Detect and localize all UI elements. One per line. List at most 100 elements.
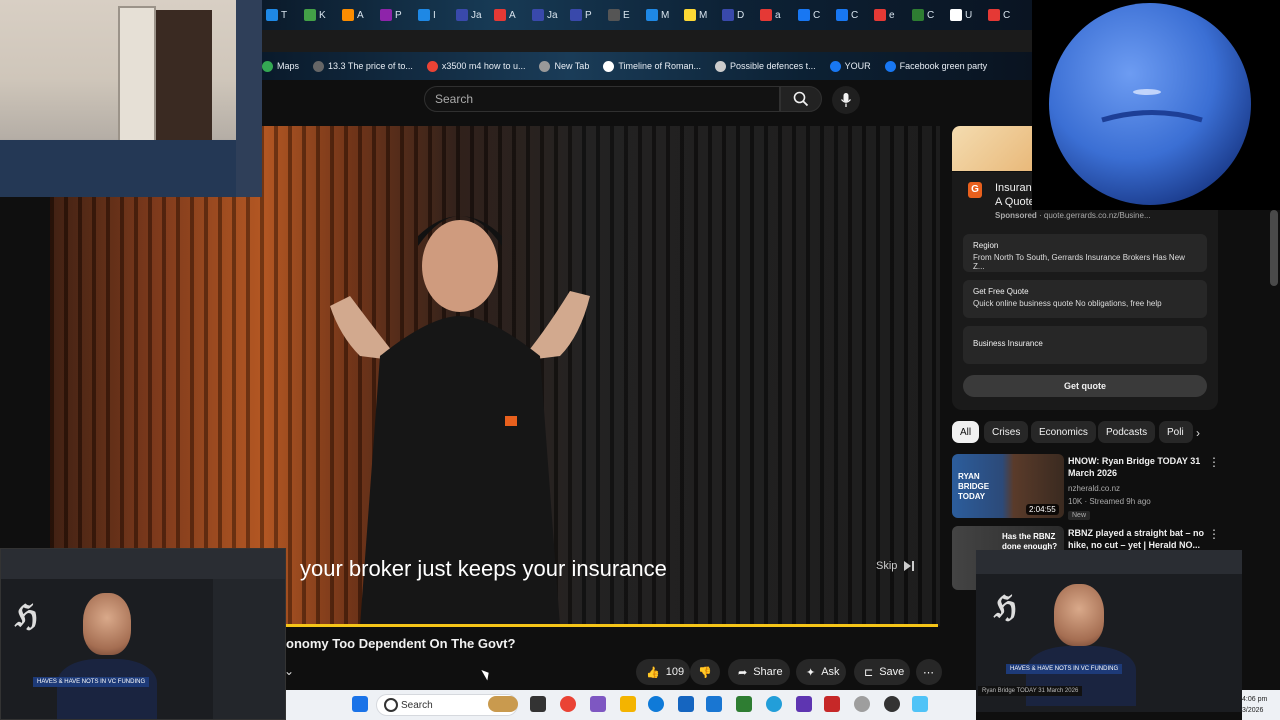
- bookmark-item[interactable]: Possible defences t...: [715, 60, 816, 72]
- like-button[interactable]: 👍 109: [636, 659, 690, 685]
- video-title[interactable]: RBNZ played a straight bat – no hike, no…: [1068, 527, 1208, 551]
- tab-label: C: [1003, 9, 1011, 21]
- tab-favicon-icon: [532, 9, 544, 21]
- browser-tab[interactable]: A: [342, 6, 364, 24]
- chip-politics[interactable]: Poli: [1159, 421, 1193, 443]
- browser-tab[interactable]: T: [266, 6, 287, 24]
- wikipedia-icon: [603, 60, 615, 72]
- tab-label: a: [775, 9, 781, 21]
- folder-icon[interactable]: [620, 696, 636, 712]
- system-clock[interactable]: 4:06 pm 3/2026: [1242, 690, 1280, 720]
- browser-tab[interactable]: Ja: [532, 6, 558, 24]
- tab-favicon-icon: [722, 9, 734, 21]
- get-quote-button[interactable]: Get quote: [963, 375, 1207, 397]
- tab-favicon-icon: [912, 9, 924, 21]
- browser-tab[interactable]: C: [798, 6, 820, 24]
- tab-label: C: [813, 9, 821, 21]
- address-bar[interactable]: [262, 30, 1032, 52]
- browser-tab[interactable]: K: [304, 6, 326, 24]
- more-icon[interactable]: ⋮: [1208, 455, 1220, 469]
- pip-window-right[interactable]: ℌ HAVES & HAVE NOTS IN VC FUNDING Ryan B…: [976, 550, 1242, 712]
- search-input[interactable]: Search: [424, 86, 780, 112]
- app-icon[interactable]: [796, 696, 812, 712]
- browser-tab[interactable]: U: [950, 6, 972, 24]
- bookmark-item[interactable]: Timeline of Roman...: [603, 60, 701, 72]
- browser-tab[interactable]: C: [988, 6, 1010, 24]
- ad-sitelink-quote[interactable]: Get Free Quote Quick online business quo…: [963, 280, 1207, 318]
- ad-sponsored-line: Sponsored · quote.gerrards.co.nz/Busine.…: [995, 211, 1151, 220]
- browser-tab-strip: T K A P I Ja A Ja P E M M Da C Ce C U C: [262, 0, 1032, 30]
- bookmark-item[interactable]: x3500 m4 how to u...: [426, 60, 525, 72]
- browser-tab[interactable]: M: [646, 6, 669, 24]
- skip-ad-button[interactable]: Skip: [876, 560, 915, 572]
- tab-label: E: [623, 9, 630, 21]
- browser-tab[interactable]: P: [570, 6, 592, 24]
- like-count: 109: [665, 666, 685, 678]
- app-icon[interactable]: [884, 696, 900, 712]
- browser-tab[interactable]: I: [418, 6, 436, 24]
- chip-all[interactable]: All: [952, 421, 980, 443]
- edge-icon[interactable]: [648, 696, 664, 712]
- dislike-button[interactable]: 👎: [690, 659, 720, 685]
- ad-sitelink-region[interactable]: Region From North To South, Gerrards Ins…: [963, 234, 1207, 272]
- save-label: Save: [879, 666, 905, 678]
- ask-button[interactable]: ✦ Ask: [796, 659, 846, 685]
- voice-search-button[interactable]: [832, 86, 860, 114]
- bookmark-item[interactable]: YOUR: [829, 60, 871, 72]
- more-actions-button[interactable]: ⋯: [916, 659, 942, 685]
- browser-tab[interactable]: A: [494, 6, 516, 24]
- ad-image[interactable]: [952, 126, 1032, 171]
- channel-name[interactable]: nzherald.co.nz: [1068, 484, 1120, 493]
- search-button[interactable]: [780, 86, 822, 112]
- chevron-right-icon[interactable]: ›: [1196, 426, 1200, 440]
- browser-tab[interactable]: Ja: [456, 6, 482, 24]
- ad-title-line2[interactable]: A Quote: [995, 196, 1035, 208]
- sitelink-title: Region: [973, 241, 999, 250]
- telegram-icon[interactable]: [766, 696, 782, 712]
- browser-tab[interactable]: C: [836, 6, 858, 24]
- more-icon: ⋯: [923, 666, 934, 679]
- taskbar-search-placeholder: Search: [401, 699, 433, 711]
- bookmark-item[interactable]: Facebook green party: [884, 60, 988, 72]
- browser-tab[interactable]: M: [684, 6, 707, 24]
- app-icon[interactable]: [824, 696, 840, 712]
- video-title: onomy Too Dependent On The Govt?: [286, 636, 516, 651]
- browser-tab[interactable]: E: [608, 6, 630, 24]
- app-icon[interactable]: [912, 696, 928, 712]
- browser-tab[interactable]: D: [722, 6, 744, 24]
- save-button[interactable]: ⊏ Save: [854, 659, 910, 685]
- ad-sitelink-business[interactable]: Business Insurance: [963, 326, 1207, 364]
- store-icon[interactable]: [706, 696, 722, 712]
- browser-tab[interactable]: C: [912, 6, 934, 24]
- tab-favicon-icon: [342, 9, 354, 21]
- task-view-icon[interactable]: [530, 696, 546, 712]
- bookmark-item[interactable]: 13.3 The price of to...: [313, 60, 413, 72]
- browser-tab[interactable]: e: [874, 6, 895, 24]
- scrollbar[interactable]: [1270, 210, 1278, 286]
- chip-economics[interactable]: Economics: [1031, 421, 1096, 443]
- bookmark-item[interactable]: New Tab: [539, 60, 589, 72]
- browser-tab[interactable]: a: [760, 6, 781, 24]
- google-icon: [426, 60, 438, 72]
- pip-ticker: Ryan Bridge TODAY 31 March 2026: [978, 686, 1083, 696]
- chevron-down-icon[interactable]: ⌄: [284, 664, 302, 682]
- xbox-icon[interactable]: [736, 696, 752, 712]
- windows-start-icon[interactable]: [352, 696, 368, 712]
- video-title[interactable]: HNOW: Ryan Bridge TODAY 31 March 2026: [1068, 455, 1208, 479]
- bookmark-label: Facebook green party: [899, 61, 988, 71]
- app-icon[interactable]: [590, 696, 606, 712]
- browser-tab[interactable]: P: [380, 6, 402, 24]
- gear-icon[interactable]: [854, 696, 870, 712]
- chip-podcasts[interactable]: Podcasts: [1098, 421, 1156, 443]
- bookmark-item[interactable]: Maps: [262, 60, 299, 72]
- widget-icon[interactable]: [488, 696, 518, 712]
- share-button[interactable]: ➦ Share: [728, 659, 790, 685]
- pip-headline: HAVES & HAVE NOTS IN VC FUNDING: [1006, 664, 1123, 674]
- doc-icon: [313, 60, 325, 72]
- pip-window-left[interactable]: ℌ HAVES & HAVE NOTS IN VC FUNDING: [0, 548, 286, 720]
- chrome-icon[interactable]: [560, 696, 576, 712]
- maps-icon: [262, 60, 273, 72]
- chip-crises[interactable]: Crises: [984, 421, 1029, 443]
- outlook-icon[interactable]: [678, 696, 694, 712]
- more-icon[interactable]: ⋮: [1208, 527, 1220, 541]
